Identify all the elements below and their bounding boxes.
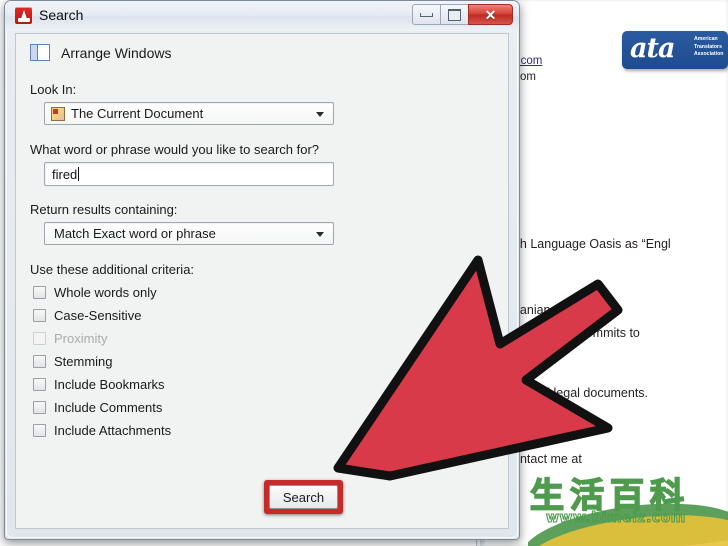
text-cursor bbox=[78, 167, 80, 181]
ata-logo: ata American Translators Association bbox=[622, 31, 728, 69]
close-button[interactable]: ✕ bbox=[468, 4, 513, 25]
checkbox-box bbox=[33, 378, 46, 391]
maximize-button[interactable] bbox=[440, 4, 469, 25]
minimize-icon bbox=[420, 12, 433, 17]
close-icon: ✕ bbox=[484, 6, 497, 23]
search-button-highlight: Search bbox=[264, 480, 343, 514]
checkbox-box bbox=[33, 401, 46, 414]
document-text-line: al and legal documents. bbox=[516, 386, 649, 400]
checkbox-stemming[interactable]: Stemming bbox=[33, 354, 113, 369]
checkbox-box bbox=[33, 286, 46, 299]
minimize-button[interactable] bbox=[412, 4, 441, 25]
search-query-value: fired bbox=[52, 166, 78, 182]
maximize-icon bbox=[448, 8, 461, 21]
arrange-windows-icon bbox=[30, 44, 50, 61]
watermark-url: www.bimeiz.com bbox=[545, 509, 686, 526]
ata-logo-subtext: American Translators Association bbox=[694, 36, 724, 57]
document-text-line: r with Language Oasis as “Engl bbox=[497, 237, 671, 251]
checkbox-whole-words-only[interactable]: Whole words only bbox=[33, 285, 157, 300]
chevron-down-icon bbox=[316, 232, 324, 237]
dialog-title: Search bbox=[39, 7, 84, 23]
arrange-windows-label: Arrange Windows bbox=[61, 44, 172, 61]
checkbox-label: Include Bookmarks bbox=[54, 377, 165, 392]
additional-criteria-label: Use these additional criteria: bbox=[30, 262, 195, 277]
search-panel: Arrange Windows Look In: The Current Doc… bbox=[15, 33, 509, 529]
checkbox-include-bookmarks[interactable]: Include Bookmarks bbox=[33, 377, 165, 392]
search-query-input[interactable]: fired bbox=[44, 162, 334, 186]
return-results-value: Match Exact word or phrase bbox=[54, 226, 216, 241]
checkbox-label: Include Attachments bbox=[54, 423, 172, 438]
window-controls: ✕ bbox=[412, 4, 513, 25]
look-in-select[interactable]: The Current Document bbox=[44, 102, 334, 125]
arrange-windows-button[interactable]: Arrange Windows bbox=[30, 44, 172, 61]
adobe-acrobat-icon bbox=[15, 7, 32, 24]
checkbox-label: Include Comments bbox=[54, 400, 163, 415]
query-prompt-label: What word or phrase would you like to se… bbox=[30, 142, 320, 157]
chevron-down-icon bbox=[316, 112, 324, 117]
return-results-select[interactable]: Match Exact word or phrase bbox=[44, 222, 334, 245]
checkbox-proximity: Proximity bbox=[33, 331, 107, 346]
checkbox-label: Case-Sensitive bbox=[54, 308, 142, 323]
checkbox-box bbox=[33, 332, 46, 345]
look-in-label: Look In: bbox=[30, 82, 77, 97]
search-dialog-window: Search ✕ Arrange Windows Look In: The Cu… bbox=[4, 0, 520, 540]
checkbox-label: Stemming bbox=[54, 354, 113, 369]
checkbox-box bbox=[33, 309, 46, 322]
document-text-line: nly commits to bbox=[560, 326, 640, 340]
checkbox-include-attachments[interactable]: Include Attachments bbox=[33, 423, 171, 438]
checkbox-include-comments[interactable]: Include Comments bbox=[33, 400, 162, 415]
look-in-value: The Current Document bbox=[71, 106, 204, 121]
checkbox-label: Whole words only bbox=[54, 285, 157, 300]
search-button[interactable]: Search bbox=[269, 485, 338, 509]
return-results-label: Return results containing: bbox=[30, 202, 178, 217]
checkbox-box bbox=[33, 424, 46, 437]
checkbox-case-sensitive[interactable]: Case-Sensitive bbox=[33, 308, 141, 323]
ata-logo-word: ata bbox=[630, 33, 675, 64]
document-icon bbox=[51, 106, 65, 121]
checkbox-label: Proximity bbox=[54, 331, 108, 346]
dialog-titlebar[interactable]: Search ✕ bbox=[5, 1, 519, 31]
document-text-line: ontact me at bbox=[513, 452, 582, 466]
checkbox-box bbox=[33, 355, 46, 368]
site-watermark: 生活百科 www.bimeiz.com bbox=[528, 466, 728, 546]
